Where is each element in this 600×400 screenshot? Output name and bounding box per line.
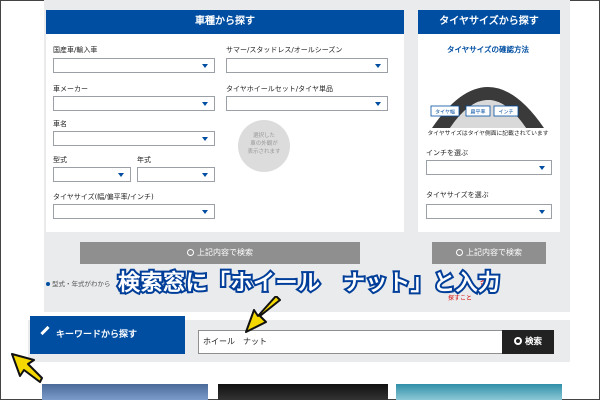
chevron-down-icon xyxy=(539,210,545,214)
size-select[interactable] xyxy=(426,204,552,219)
chevron-down-icon xyxy=(202,173,208,177)
pointer-arrow-to-tab xyxy=(11,353,43,383)
chevron-down-icon xyxy=(202,102,208,106)
car-name-select[interactable] xyxy=(53,131,215,146)
tire-search-button-label: 上記内容で検索 xyxy=(466,248,522,257)
season-label: サマー/スタッドレス/オールシーズン xyxy=(226,46,343,54)
note-left: 型式・年式がわから xyxy=(46,278,111,288)
callout-aspect: 扁平率 xyxy=(470,109,485,116)
domestic-import-select[interactable] xyxy=(53,58,215,73)
car-preview-placeholder: 選択した 車の外観が 表示されます xyxy=(238,120,290,172)
maker-select[interactable] xyxy=(53,96,215,111)
callout-width: タイヤ幅 xyxy=(435,109,455,116)
car-name-label: 車名 xyxy=(53,120,67,128)
chevron-down-icon xyxy=(375,102,381,106)
keyword-search-button-label: 検索 xyxy=(524,337,542,347)
tire-caption: タイヤサイズはタイヤ側面に記載されています xyxy=(427,131,549,137)
banner-image-3[interactable] xyxy=(396,384,562,400)
tire-panel-title: タイヤサイズから探す xyxy=(418,10,560,34)
chevron-down-icon xyxy=(202,137,208,141)
wheel-set-label: タイヤホイールセット/タイヤ単品 xyxy=(226,85,333,93)
domestic-import-label: 国産車/輸入車 xyxy=(53,46,98,54)
inch-label: インチを選ぶ xyxy=(426,149,468,157)
wheel-set-select[interactable] xyxy=(226,96,388,111)
keyword-tab: キーワードから探す xyxy=(30,316,185,354)
chevron-down-icon xyxy=(539,166,545,170)
tire-diagram: 215/45 R18 93W タイヤ幅 扁平率 インチ xyxy=(426,58,550,128)
vehicle-panel-title: 車種から探す xyxy=(46,10,404,34)
chevron-down-icon xyxy=(202,210,208,214)
search-icon xyxy=(456,249,463,256)
year-select[interactable] xyxy=(137,167,215,182)
chevron-down-icon xyxy=(202,64,208,68)
year-label: 年式 xyxy=(137,156,151,164)
search-icon xyxy=(187,249,194,256)
vehicle-search-button[interactable]: 上記内容で検索 xyxy=(80,242,360,264)
note-left-text: 型式・年式がわから xyxy=(52,280,111,288)
banner-image-1[interactable] xyxy=(42,384,208,400)
pencil-icon xyxy=(40,325,50,336)
inch-select[interactable] xyxy=(426,160,552,175)
tire-marking-text: 215/45 R18 93W xyxy=(454,76,522,86)
vehicle-search-button-label: 上記内容で検索 xyxy=(197,248,253,257)
keyword-tab-label: キーワードから探す xyxy=(56,330,138,340)
keyword-search-button[interactable]: 検索 xyxy=(502,330,554,354)
instruction-overlay: 検索窓に「ホイール ナット」と入力 xyxy=(116,269,502,298)
tire-size-select[interactable] xyxy=(53,204,215,219)
chevron-down-icon xyxy=(118,173,124,177)
tire-check-title: タイヤサイズの確認方法 xyxy=(446,45,530,54)
size-label: タイヤサイズを選ぶ xyxy=(426,191,489,199)
tire-size-label: タイヤサイズ(幅/偏平率/インチ) xyxy=(53,193,154,201)
model-select[interactable] xyxy=(53,167,131,182)
search-icon xyxy=(513,337,522,345)
season-select[interactable] xyxy=(226,58,388,73)
banner-image-2[interactable] xyxy=(218,384,388,400)
maker-label: 車メーカー xyxy=(53,85,88,93)
tire-search-button[interactable]: 上記内容で検索 xyxy=(432,242,546,264)
chevron-down-icon xyxy=(375,64,381,68)
bullet-icon xyxy=(46,282,50,286)
model-label: 型式 xyxy=(53,156,67,164)
preview-text: 選択した 車の外観が 表示されます xyxy=(247,133,281,155)
callout-inch: インチ xyxy=(498,110,513,116)
pointer-arrow-to-input xyxy=(245,296,281,333)
